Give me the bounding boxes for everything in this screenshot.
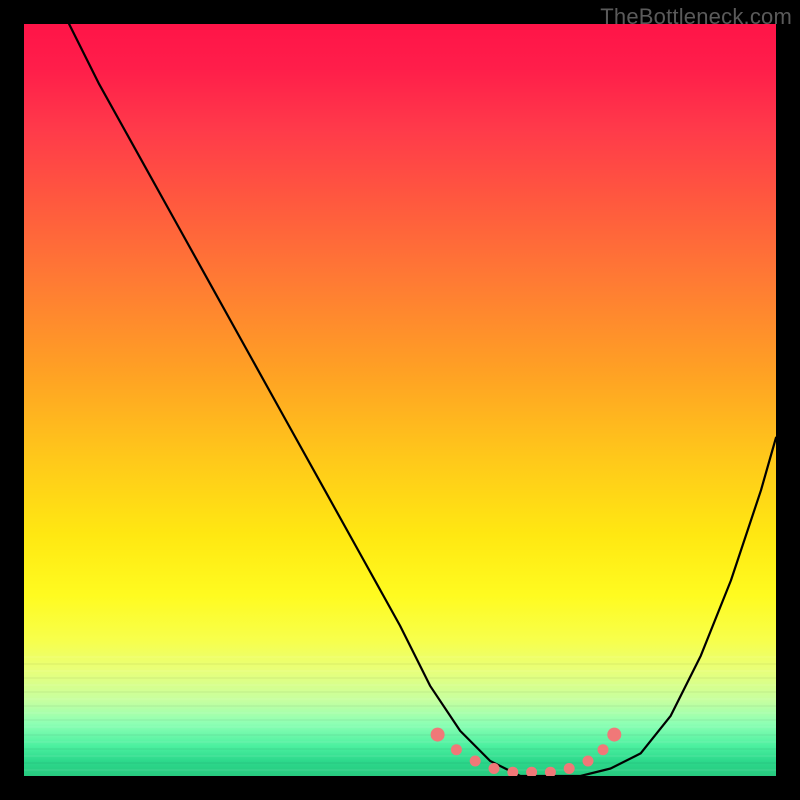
chart-stage: TheBottleneck.com [0, 0, 800, 800]
plot-area [24, 24, 776, 776]
